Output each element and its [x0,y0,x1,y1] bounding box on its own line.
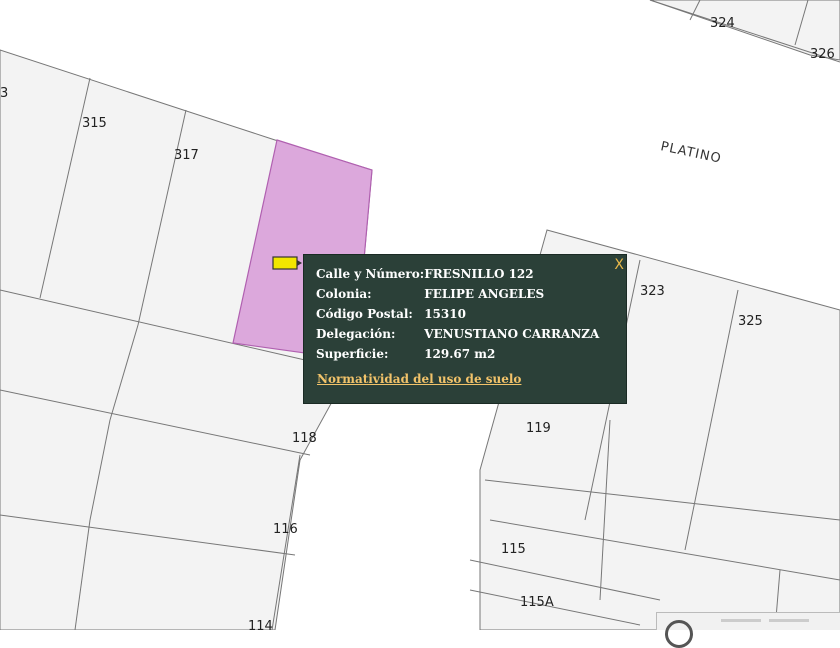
parcel-info-table: Calle y Número: FRESNILLO 122 Colonia: F… [316,267,599,367]
info-value: FELIPE ANGELES [424,287,545,301]
lot-label: 119 [526,421,551,436]
lot-label: 324 [710,16,735,31]
zoom-track [721,619,761,622]
close-icon[interactable]: X [614,257,624,273]
lot-label: 114 [248,619,273,630]
info-key: Delegación: [316,327,396,341]
table-row: Calle y Número: FRESNILLO 122 [316,267,599,287]
info-key: Colonia: [316,287,372,301]
info-value: VENUSTIANO CARRANZA [424,327,600,341]
location-marker-icon[interactable] [272,255,302,271]
table-row: Colonia: FELIPE ANGELES [316,287,599,307]
land-use-link[interactable]: Normatividad del uso de suelo [317,372,521,386]
lot-label: 115A [520,595,554,610]
table-row: Superficie: 129.67 m2 [316,347,599,367]
info-value: 15310 [424,307,466,321]
lot-label: 326 [810,47,835,62]
table-row: Código Postal: 15310 [316,307,599,327]
info-key: Superficie: [316,347,389,361]
street-label-platino: PLATINO [659,139,723,167]
lot-label: 323 [640,284,665,299]
lot-label: 118 [292,431,317,446]
lot-label: 317 [174,148,199,163]
zoom-knob-icon[interactable] [665,620,693,648]
lot-label: 3 [0,86,8,101]
info-key: Calle y Número: [316,267,425,281]
table-row: Delegación: VENUSTIANO CARRANZA [316,327,599,347]
info-key: Código Postal: [316,307,413,321]
info-value: FRESNILLO 122 [424,267,534,281]
lot-label: 325 [738,314,763,329]
zoom-control[interactable] [656,612,840,648]
zoom-track [769,619,809,622]
parcel-info-popup: X Calle y Número: FRESNILLO 122 Colonia:… [303,254,627,404]
lot-label: 115 [501,542,526,557]
info-value: 129.67 m2 [424,347,496,361]
lot-label: 315 [82,116,107,131]
lot-label: 116 [273,522,298,537]
